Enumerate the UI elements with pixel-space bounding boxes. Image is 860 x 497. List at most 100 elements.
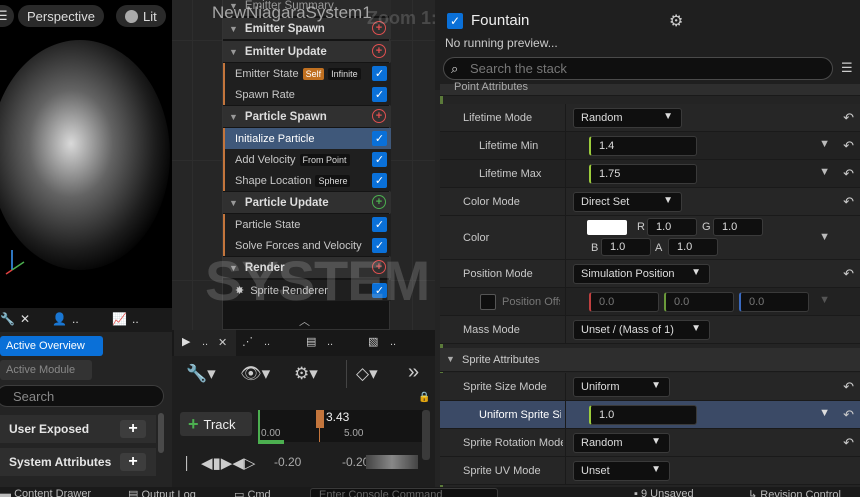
reset-icon[interactable]: ↶: [843, 166, 854, 182]
position-offset-z-input[interactable]: 0.0: [739, 292, 809, 312]
system-overview-graph[interactable]: ▼ Emitter Summary ▼ Emitter Spawn + ▼ Emitt…: [172, 0, 435, 330]
console-command-input[interactable]: Enter Console Command: [310, 488, 498, 497]
particle-spawn-section[interactable]: ▼ Particle Spawn +: [223, 106, 391, 127]
curve-editor-icon[interactable]: ▶: [182, 335, 190, 348]
uniform-sprite-size-input[interactable]: 1.0: [589, 405, 697, 425]
filter-icon[interactable]: ⚙▾: [294, 364, 318, 384]
expand-icon[interactable]: »: [408, 361, 419, 384]
enable-checkbox[interactable]: ✓: [372, 87, 387, 102]
module-shape-location[interactable]: Shape Location Sphere ✓: [223, 170, 391, 191]
position-offset-x-input[interactable]: 0.0: [589, 292, 659, 312]
viewport[interactable]: ☰ Perspective Lit: [0, 0, 172, 308]
enable-checkbox[interactable]: ✓: [372, 152, 387, 167]
filter-icon[interactable]: ☰: [841, 60, 853, 76]
add-module-icon[interactable]: +: [372, 109, 386, 123]
reset-icon[interactable]: ↶: [843, 194, 854, 210]
chevron-down-icon[interactable]: ▼: [819, 407, 830, 419]
active-module-button[interactable]: Active Module: [0, 360, 92, 380]
sprite-size-mode-dropdown[interactable]: Uniform ▼: [573, 377, 670, 397]
lifetime-max-input[interactable]: 1.75: [589, 164, 697, 184]
user-exposed-section[interactable]: User Exposed +: [0, 415, 156, 443]
keyframe-icon[interactable]: ◇▾: [356, 364, 378, 384]
stack-search-input[interactable]: ⌕ Search the stack: [443, 57, 833, 80]
reset-icon[interactable]: ↶: [843, 110, 854, 126]
enable-checkbox[interactable]: ✓: [372, 66, 387, 81]
graph-icon[interactable]: ⋰: [242, 335, 253, 348]
add-module-icon[interactable]: +: [372, 44, 386, 58]
enable-checkbox[interactable]: ✓: [372, 173, 387, 188]
add-user-parameter-button[interactable]: +: [120, 420, 146, 438]
user-icon[interactable]: 👤: [52, 312, 67, 326]
lock-icon[interactable]: 🔒: [418, 392, 430, 403]
scrollbar[interactable]: [158, 413, 164, 453]
viewport-menu-button[interactable]: ☰: [0, 5, 14, 27]
particle-update-section[interactable]: ▼ Particle Update +: [223, 192, 391, 213]
lit-button[interactable]: Lit: [116, 5, 166, 27]
tab-label[interactable]: ..: [202, 336, 208, 348]
tab-curves-label[interactable]: ..: [132, 312, 139, 326]
reset-icon[interactable]: ↶: [843, 379, 854, 395]
scrollbar[interactable]: [422, 410, 430, 460]
sprite-uv-mode-dropdown[interactable]: Unset ▼: [573, 461, 670, 481]
wrench-icon[interactable]: 🔧: [0, 312, 15, 326]
tab-users-label[interactable]: ..: [72, 312, 79, 326]
unsaved-button[interactable]: ▪ 9 Unsaved: [634, 488, 694, 497]
module-add-velocity[interactable]: Add Velocity From Point ✓: [223, 149, 391, 170]
active-overview-button[interactable]: Active Overview: [0, 336, 103, 356]
eye-icon[interactable]: 👁▾: [240, 364, 270, 384]
enable-checkbox[interactable]: ✓: [372, 131, 387, 146]
lifetime-min-input[interactable]: 1.4: [589, 136, 697, 156]
output-log-button[interactable]: ▤ Output Log: [128, 488, 196, 497]
module-initialize-particle[interactable]: Initialize Particle ✓: [223, 128, 391, 149]
color-b-input[interactable]: 1.0: [601, 238, 651, 256]
color-r-input[interactable]: 1.0: [647, 218, 697, 236]
document-icon[interactable]: ▧: [368, 335, 378, 348]
module-particle-state[interactable]: Particle State ✓: [223, 214, 391, 235]
mass-mode-dropdown[interactable]: Unset / (Mass of 1) ▼: [573, 320, 710, 340]
perspective-button[interactable]: Perspective: [18, 5, 104, 27]
reset-icon[interactable]: ↶: [843, 266, 854, 282]
reset-icon[interactable]: ↶: [843, 407, 854, 423]
range-scrubber[interactable]: [366, 455, 418, 469]
close-icon[interactable]: ✕: [20, 312, 30, 326]
reset-icon[interactable]: ↶: [843, 435, 854, 451]
add-module-icon[interactable]: +: [372, 195, 386, 209]
emitter-update-section[interactable]: ▼ Emitter Update +: [223, 41, 391, 62]
tab-label[interactable]: ..: [264, 336, 270, 348]
color-swatch[interactable]: [587, 220, 627, 235]
color-a-input[interactable]: 1.0: [668, 238, 718, 256]
cmd-button[interactable]: ▭ Cmd: [234, 488, 271, 497]
enable-checkbox[interactable]: ✓: [372, 217, 387, 232]
parameters-search-input[interactable]: Search: [0, 385, 164, 407]
content-drawer-button[interactable]: ▬ Content Drawer: [0, 488, 91, 497]
position-offset-y-input[interactable]: 0.0: [664, 292, 734, 312]
sprite-attributes-header[interactable]: ▼ Sprite Attributes: [440, 348, 860, 372]
time-ruler[interactable]: 3.43 0.00 5.00: [258, 410, 428, 442]
clipboard-icon[interactable]: ▤: [306, 335, 316, 348]
gear-icon[interactable]: ⚙: [669, 11, 683, 31]
color-g-input[interactable]: 1.0: [713, 218, 763, 236]
color-mode-dropdown[interactable]: Direct Set ▼: [573, 192, 682, 212]
position-offset-checkbox[interactable]: [480, 294, 496, 310]
tab-label[interactable]: ..: [327, 336, 333, 348]
reset-icon[interactable]: ↶: [843, 138, 854, 154]
chevron-down-icon[interactable]: ▼: [819, 138, 830, 150]
chevron-down-icon[interactable]: ▼: [819, 231, 830, 243]
position-mode-dropdown[interactable]: Simulation Position ▼: [573, 264, 710, 284]
system-attributes-section[interactable]: System Attributes +: [0, 448, 156, 476]
module-spawn-rate[interactable]: Spawn Rate ✓: [223, 84, 391, 105]
emitter-enabled-checkbox[interactable]: ✓: [447, 13, 463, 29]
playback-controls-icon[interactable]: ⎸◀▮▶◀▷: [186, 454, 255, 472]
curve-icon[interactable]: 📈: [112, 312, 127, 326]
tab-label[interactable]: ..: [390, 336, 396, 348]
lifetime-mode-dropdown[interactable]: Random ▼: [573, 108, 682, 128]
revision-control-button[interactable]: ↳ Revision Control: [748, 488, 841, 497]
collapse-chevron-icon[interactable]: ︿: [299, 313, 310, 329]
playhead-handle[interactable]: [316, 410, 324, 428]
sprite-rotation-mode-dropdown[interactable]: Random ▼: [573, 433, 670, 453]
point-attributes-header[interactable]: Point Attributes: [440, 81, 860, 96]
add-system-attribute-button[interactable]: +: [120, 453, 146, 471]
chevron-down-icon[interactable]: ▼: [819, 166, 830, 178]
close-icon[interactable]: ✕: [218, 336, 227, 349]
add-track-button[interactable]: + Track: [180, 412, 252, 436]
